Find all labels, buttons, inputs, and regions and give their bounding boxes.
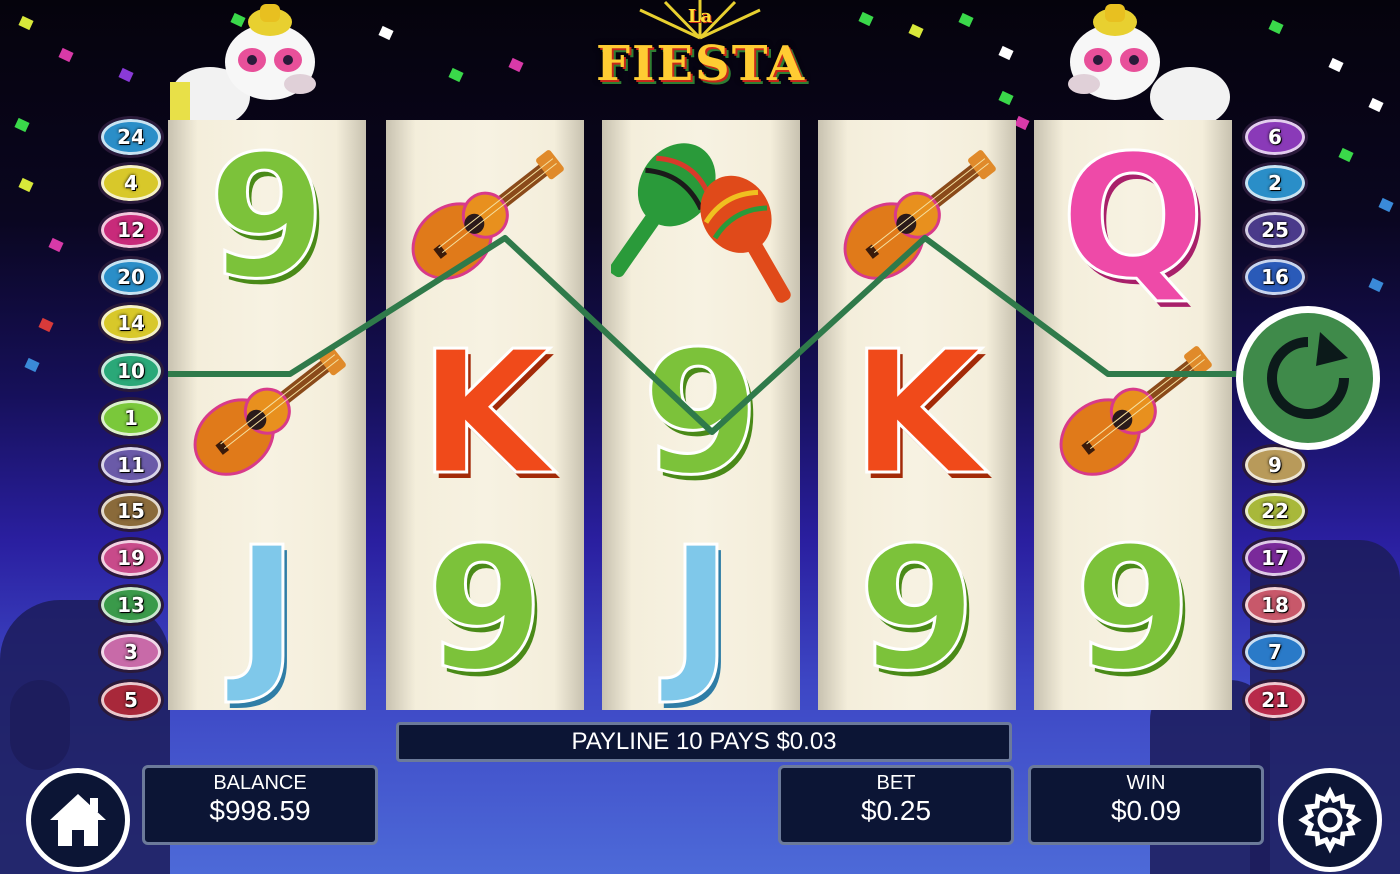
payline-badge[interactable]: 4 (98, 162, 164, 204)
reel-4: K9 (818, 120, 1016, 710)
bet-label: BET (876, 772, 916, 794)
balance-label: BALANCE (213, 772, 307, 794)
payline-badge[interactable]: 17 (1242, 537, 1308, 579)
reel-3: 9J (602, 120, 800, 710)
letter-symbol: K (818, 316, 1016, 512)
guitar-symbol-icon (386, 120, 584, 316)
payline-badge[interactable]: 24 (98, 116, 164, 158)
payline-badge[interactable]: 20 (98, 256, 164, 298)
payline-badge[interactable]: 25 (1242, 209, 1308, 251)
bet-panel[interactable]: BET $0.25 (778, 765, 1014, 845)
reel-area: 9JK99JK9Q9 (168, 120, 1232, 710)
letter-symbol: J (168, 512, 366, 708)
payline-badge[interactable]: 15 (98, 490, 164, 532)
letter-symbol: 9 (602, 316, 800, 512)
guitar-symbol-icon (818, 120, 1016, 316)
spin-button[interactable] (1236, 306, 1380, 450)
symbol-letter: J (234, 511, 300, 709)
payline-badge[interactable]: 9 (1242, 444, 1308, 486)
bet-value: $0.25 (860, 795, 932, 826)
symbol-letter: Q (1059, 119, 1207, 317)
reel-2: K9 (386, 120, 584, 710)
letter-symbol: Q (1034, 120, 1232, 316)
payline-badge[interactable]: 18 (1242, 584, 1308, 626)
win-value: $0.09 (1110, 795, 1182, 826)
payline-badge[interactable]: 10 (98, 350, 164, 392)
payline-badge[interactable]: 5 (98, 679, 164, 721)
settings-button[interactable] (1278, 768, 1382, 872)
win-message-bar: PAYLINE 10 PAYS $0.03 (396, 722, 1012, 762)
reel-5: Q9 (1034, 120, 1232, 710)
balance-panel: BALANCE $998.59 (142, 765, 378, 845)
payline-badge[interactable]: 3 (98, 631, 164, 673)
payline-badge[interactable]: 7 (1242, 631, 1308, 673)
win-panel: WIN $0.09 (1028, 765, 1264, 845)
letter-symbol: 9 (1034, 512, 1232, 708)
payline-badge[interactable]: 6 (1242, 116, 1308, 158)
letter-symbol: K (386, 316, 584, 512)
guitar-symbol-icon (1034, 316, 1232, 512)
payline-badge[interactable]: 12 (98, 209, 164, 251)
home-icon (50, 794, 106, 846)
symbol-letter: J (668, 511, 734, 709)
symbol-letter: 9 (1072, 511, 1193, 709)
payline-badge[interactable]: 21 (1242, 679, 1308, 721)
letter-symbol: 9 (386, 512, 584, 708)
symbol-letter: 9 (424, 511, 545, 709)
payline-badge[interactable]: 1 (98, 397, 164, 439)
payline-badge[interactable]: 22 (1242, 490, 1308, 532)
letter-symbol: 9 (818, 512, 1016, 708)
letter-symbol: J (602, 512, 800, 708)
win-label: WIN (1126, 772, 1166, 794)
reel-1: 9J (168, 120, 366, 710)
llama-mascot-right-icon (1060, 2, 1230, 127)
gear-icon (1298, 786, 1362, 854)
letter-symbol: 9 (168, 120, 366, 316)
guitar-symbol-icon (168, 316, 366, 512)
symbol-letter: 9 (856, 511, 977, 709)
maracas-symbol-icon (602, 120, 800, 316)
symbol-letter: K (850, 315, 985, 513)
game-title: FIESTA (595, 36, 807, 92)
payline-badge[interactable]: 19 (98, 537, 164, 579)
symbol-letter: K (418, 315, 553, 513)
payline-badge[interactable]: 11 (98, 444, 164, 486)
home-button[interactable] (26, 768, 130, 872)
symbol-letter: 9 (640, 315, 761, 513)
payline-badge[interactable]: 14 (98, 302, 164, 344)
balance-value: $998.59 (209, 795, 311, 826)
game-title-small: La (687, 6, 713, 27)
payline-badge[interactable]: 16 (1242, 256, 1308, 298)
llama-mascot-left-icon (170, 2, 320, 127)
payline-badge[interactable]: 2 (1242, 162, 1308, 204)
symbol-letter: 9 (206, 119, 327, 317)
spin-refresh-icon (1267, 332, 1349, 419)
win-message-text: PAYLINE 10 PAYS $0.03 (571, 728, 837, 755)
payline-badge[interactable]: 13 (98, 584, 164, 626)
